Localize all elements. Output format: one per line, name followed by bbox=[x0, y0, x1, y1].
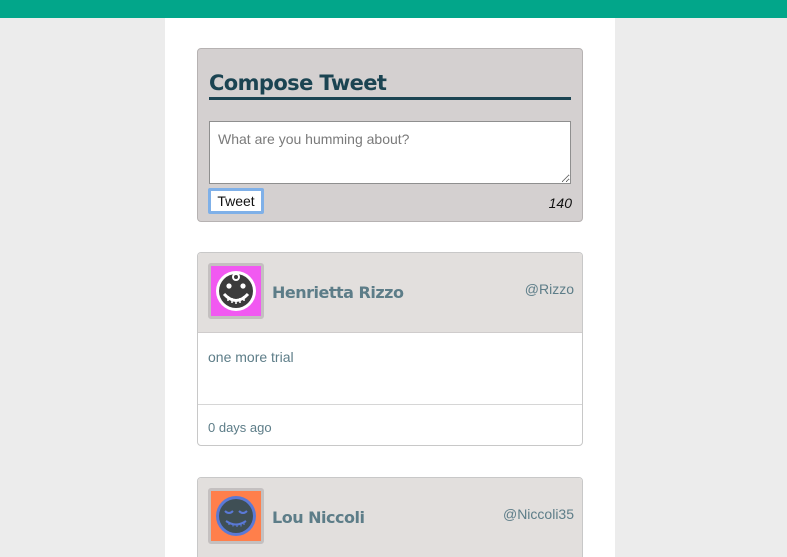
user-name: Lou Niccoli bbox=[272, 508, 365, 527]
character-counter: 140 bbox=[548, 195, 572, 211]
compose-title: Compose Tweet bbox=[209, 71, 571, 100]
compose-tweet-panel: Compose Tweet Tweet 140 bbox=[197, 48, 583, 222]
user-handle: @Rizzo bbox=[524, 281, 574, 297]
tweet-card: Lou Niccoli @Niccoli35 bbox=[197, 477, 583, 557]
avatar bbox=[208, 263, 264, 319]
tweet-card: Henrietta Rizzo @Rizzo one more trial 0 … bbox=[197, 252, 583, 446]
main-column: Compose Tweet Tweet 140 Henrietta Rizzo … bbox=[165, 18, 615, 557]
tweet-button[interactable]: Tweet bbox=[208, 188, 264, 214]
avatar bbox=[208, 488, 264, 544]
tweet-header: Lou Niccoli @Niccoli35 bbox=[198, 478, 582, 557]
tweet-header: Henrietta Rizzo @Rizzo bbox=[198, 253, 582, 333]
tweet-text: one more trial bbox=[198, 333, 582, 405]
tweet-timestamp: 0 days ago bbox=[208, 420, 272, 435]
top-bar bbox=[0, 0, 787, 18]
user-name: Henrietta Rizzo bbox=[272, 283, 404, 302]
tweet-textarea[interactable] bbox=[209, 121, 571, 184]
user-handle: @Niccoli35 bbox=[502, 506, 574, 522]
sleeping-face-avatar-icon bbox=[216, 496, 256, 536]
grinning-face-avatar-icon bbox=[216, 271, 256, 311]
